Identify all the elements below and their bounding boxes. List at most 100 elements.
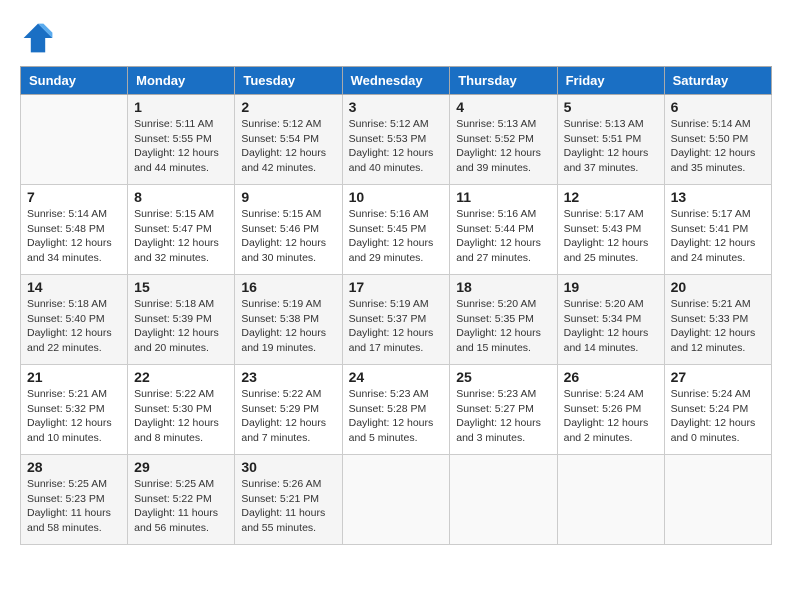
calendar-cell: 9 Sunrise: 5:15 AM Sunset: 5:46 PM Daylig… xyxy=(235,185,342,275)
calendar-cell: 15 Sunrise: 5:18 AM Sunset: 5:39 PM Dayli… xyxy=(128,275,235,365)
day-number: 14 xyxy=(27,279,121,295)
calendar-cell: 8Sunrise: 5:15 AM Sunset: 5:47 PM Daylig… xyxy=(128,185,235,275)
day-info: Sunrise: 5:23 AM Sunset: 5:28 PM Dayligh… xyxy=(349,387,444,446)
weekday-header: Friday xyxy=(557,67,664,95)
calendar-cell: 28 Sunrise: 5:25 AM Sunset: 5:23 PM Dayli… xyxy=(21,455,128,545)
calendar-cell: 21 Sunrise: 5:21 AM Sunset: 5:32 PM Dayli… xyxy=(21,365,128,455)
calendar-cell: 1 Sunrise: 5:11 AM Sunset: 5:55 PM Daylig… xyxy=(128,95,235,185)
calendar-header-row: SundayMondayTuesdayWednesdayThursdayFrid… xyxy=(21,67,772,95)
day-info: Sunrise: 5:23 AM Sunset: 5:27 PM Dayligh… xyxy=(456,387,550,446)
day-info: Sunrise: 5:15 AM Sunset: 5:46 PM Dayligh… xyxy=(241,207,335,266)
day-number: 10 xyxy=(349,189,444,205)
day-info: Sunrise: 5:13 AM Sunset: 5:51 PM Dayligh… xyxy=(564,117,658,176)
calendar-cell: 3 Sunrise: 5:12 AM Sunset: 5:53 PM Daylig… xyxy=(342,95,450,185)
day-info: Sunrise: 5:20 AM Sunset: 5:35 PM Dayligh… xyxy=(456,297,550,356)
day-number: 4 xyxy=(456,99,550,115)
calendar-cell: 24 Sunrise: 5:23 AM Sunset: 5:28 PM Dayli… xyxy=(342,365,450,455)
day-info: Sunrise: 5:21 AM Sunset: 5:33 PM Dayligh… xyxy=(671,297,765,356)
day-info: Sunrise: 5:24 AM Sunset: 5:26 PM Dayligh… xyxy=(564,387,658,446)
day-info: Sunrise: 5:21 AM Sunset: 5:32 PM Dayligh… xyxy=(27,387,121,446)
day-info: Sunrise: 5:12 AM Sunset: 5:54 PM Dayligh… xyxy=(241,117,335,176)
day-info: Sunrise: 5:17 AM Sunset: 5:43 PM Dayligh… xyxy=(564,207,658,266)
day-info: Sunrise: 5:19 AM Sunset: 5:38 PM Dayligh… xyxy=(241,297,335,356)
day-number: 24 xyxy=(349,369,444,385)
day-number: 15 xyxy=(134,279,228,295)
day-number: 28 xyxy=(27,459,121,475)
day-info: Sunrise: 5:14 AM Sunset: 5:50 PM Dayligh… xyxy=(671,117,765,176)
calendar-cell: 30 Sunrise: 5:26 AM Sunset: 5:21 PM Dayli… xyxy=(235,455,342,545)
calendar-cell xyxy=(664,455,771,545)
day-info: Sunrise: 5:25 AM Sunset: 5:22 PM Dayligh… xyxy=(134,477,228,536)
calendar-cell xyxy=(557,455,664,545)
weekday-header: Saturday xyxy=(664,67,771,95)
weekday-header: Sunday xyxy=(21,67,128,95)
day-number: 21 xyxy=(27,369,121,385)
calendar-week-row: 14 Sunrise: 5:18 AM Sunset: 5:40 PM Dayli… xyxy=(21,275,772,365)
day-number: 3 xyxy=(349,99,444,115)
weekday-header: Monday xyxy=(128,67,235,95)
day-info: Sunrise: 5:12 AM Sunset: 5:53 PM Dayligh… xyxy=(349,117,444,176)
day-info: Sunrise: 5:24 AM Sunset: 5:24 PM Dayligh… xyxy=(671,387,765,446)
day-number: 2 xyxy=(241,99,335,115)
day-info: Sunrise: 5:18 AM Sunset: 5:40 PM Dayligh… xyxy=(27,297,121,356)
day-number: 26 xyxy=(564,369,658,385)
logo xyxy=(20,20,60,56)
day-info: Sunrise: 5:22 AM Sunset: 5:29 PM Dayligh… xyxy=(241,387,335,446)
calendar-cell xyxy=(342,455,450,545)
day-number: 18 xyxy=(456,279,550,295)
calendar-cell: 13 Sunrise: 5:17 AM Sunset: 5:41 PM Dayli… xyxy=(664,185,771,275)
day-info: Sunrise: 5:16 AM Sunset: 5:44 PM Dayligh… xyxy=(456,207,550,266)
calendar-cell: 11 Sunrise: 5:16 AM Sunset: 5:44 PM Dayli… xyxy=(450,185,557,275)
day-number: 25 xyxy=(456,369,550,385)
calendar-cell: 22 Sunrise: 5:22 AM Sunset: 5:30 PM Dayli… xyxy=(128,365,235,455)
calendar-cell: 29 Sunrise: 5:25 AM Sunset: 5:22 PM Dayli… xyxy=(128,455,235,545)
calendar-cell: 6 Sunrise: 5:14 AM Sunset: 5:50 PM Daylig… xyxy=(664,95,771,185)
day-number: 13 xyxy=(671,189,765,205)
day-info: Sunrise: 5:26 AM Sunset: 5:21 PM Dayligh… xyxy=(241,477,335,536)
day-number: 8 xyxy=(134,189,228,205)
calendar: SundayMondayTuesdayWednesdayThursdayFrid… xyxy=(20,66,772,545)
calendar-cell: 27 Sunrise: 5:24 AM Sunset: 5:24 PM Dayli… xyxy=(664,365,771,455)
day-number: 27 xyxy=(671,369,765,385)
calendar-week-row: 7Sunrise: 5:14 AM Sunset: 5:48 PM Daylig… xyxy=(21,185,772,275)
calendar-cell: 25 Sunrise: 5:23 AM Sunset: 5:27 PM Dayli… xyxy=(450,365,557,455)
day-info: Sunrise: 5:17 AM Sunset: 5:41 PM Dayligh… xyxy=(671,207,765,266)
calendar-cell: 12Sunrise: 5:17 AM Sunset: 5:43 PM Dayli… xyxy=(557,185,664,275)
calendar-week-row: 28 Sunrise: 5:25 AM Sunset: 5:23 PM Dayli… xyxy=(21,455,772,545)
weekday-header: Thursday xyxy=(450,67,557,95)
calendar-cell: 5 Sunrise: 5:13 AM Sunset: 5:51 PM Daylig… xyxy=(557,95,664,185)
calendar-cell: 16 Sunrise: 5:19 AM Sunset: 5:38 PM Dayli… xyxy=(235,275,342,365)
calendar-cell: 7Sunrise: 5:14 AM Sunset: 5:48 PM Daylig… xyxy=(21,185,128,275)
calendar-cell: 14 Sunrise: 5:18 AM Sunset: 5:40 PM Dayli… xyxy=(21,275,128,365)
day-number: 17 xyxy=(349,279,444,295)
day-info: Sunrise: 5:16 AM Sunset: 5:45 PM Dayligh… xyxy=(349,207,444,266)
weekday-header: Tuesday xyxy=(235,67,342,95)
day-info: Sunrise: 5:25 AM Sunset: 5:23 PM Dayligh… xyxy=(27,477,121,536)
day-number: 20 xyxy=(671,279,765,295)
day-info: Sunrise: 5:18 AM Sunset: 5:39 PM Dayligh… xyxy=(134,297,228,356)
calendar-cell: 26 Sunrise: 5:24 AM Sunset: 5:26 PM Dayli… xyxy=(557,365,664,455)
day-number: 29 xyxy=(134,459,228,475)
calendar-cell: 19 Sunrise: 5:20 AM Sunset: 5:34 PM Dayli… xyxy=(557,275,664,365)
day-number: 22 xyxy=(134,369,228,385)
day-number: 30 xyxy=(241,459,335,475)
calendar-week-row: 21 Sunrise: 5:21 AM Sunset: 5:32 PM Dayli… xyxy=(21,365,772,455)
day-number: 1 xyxy=(134,99,228,115)
day-number: 19 xyxy=(564,279,658,295)
day-number: 11 xyxy=(456,189,550,205)
day-info: Sunrise: 5:13 AM Sunset: 5:52 PM Dayligh… xyxy=(456,117,550,176)
logo-icon xyxy=(20,20,56,56)
day-number: 16 xyxy=(241,279,335,295)
day-number: 9 xyxy=(241,189,335,205)
calendar-cell: 23Sunrise: 5:22 AM Sunset: 5:29 PM Dayli… xyxy=(235,365,342,455)
day-info: Sunrise: 5:22 AM Sunset: 5:30 PM Dayligh… xyxy=(134,387,228,446)
day-number: 6 xyxy=(671,99,765,115)
calendar-cell: 2 Sunrise: 5:12 AM Sunset: 5:54 PM Daylig… xyxy=(235,95,342,185)
page-header xyxy=(20,20,772,56)
day-info: Sunrise: 5:19 AM Sunset: 5:37 PM Dayligh… xyxy=(349,297,444,356)
calendar-cell xyxy=(450,455,557,545)
day-info: Sunrise: 5:20 AM Sunset: 5:34 PM Dayligh… xyxy=(564,297,658,356)
day-number: 5 xyxy=(564,99,658,115)
weekday-header: Wednesday xyxy=(342,67,450,95)
day-info: Sunrise: 5:11 AM Sunset: 5:55 PM Dayligh… xyxy=(134,117,228,176)
